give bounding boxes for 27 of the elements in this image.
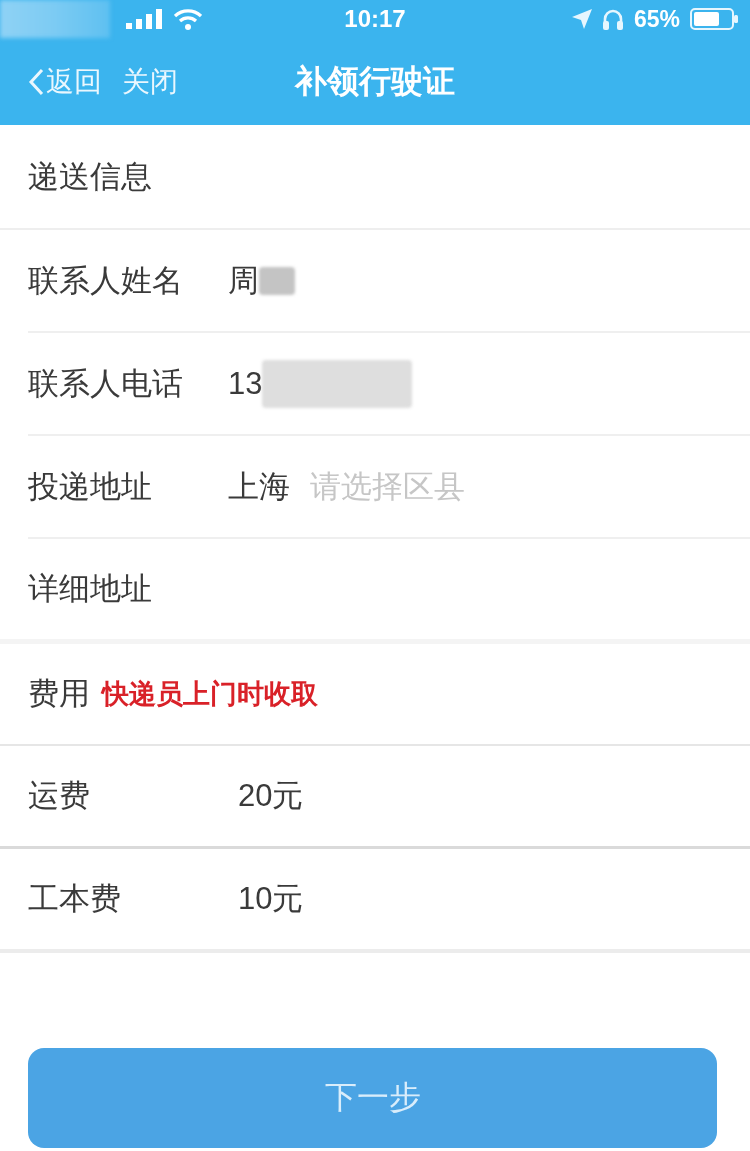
battery-percent: 65% [633, 5, 680, 33]
battery-icon [690, 8, 738, 30]
next-step-button[interactable]: 下一步 [28, 1048, 717, 1148]
headphones-icon [601, 8, 624, 30]
section-title: 递送信息 [28, 157, 152, 196]
wifi-icon [174, 8, 202, 30]
field-label: 联系人姓名 [28, 261, 184, 300]
page-title: 补领行驶证 [293, 61, 456, 101]
fee-item-label: 运费 [28, 777, 91, 815]
field-label: 联系人电话 [28, 364, 184, 403]
field-value: 13 [228, 365, 263, 402]
location-arrow-icon [571, 9, 592, 29]
field-value: 周 [228, 261, 259, 300]
chevron-left-icon [28, 67, 44, 96]
back-button[interactable]: 返回 [28, 62, 102, 101]
field-label: 投递地址 [28, 467, 153, 506]
fee-item-label: 工本费 [28, 880, 122, 918]
field-label: 详细地址 [28, 570, 153, 608]
district-picker[interactable]: 请选择区县 [310, 465, 465, 508]
fee-item-value: 20元 [238, 777, 304, 815]
fee-label: 费用 [28, 675, 90, 713]
fee-note: 快递员上门时收取 [102, 678, 318, 711]
signal-icon [126, 9, 162, 29]
fee-item-value: 10元 [238, 880, 304, 918]
field-value: 上海 [228, 467, 290, 506]
close-button[interactable]: 关闭 [122, 62, 178, 101]
status-time: 10:17 [343, 5, 407, 33]
